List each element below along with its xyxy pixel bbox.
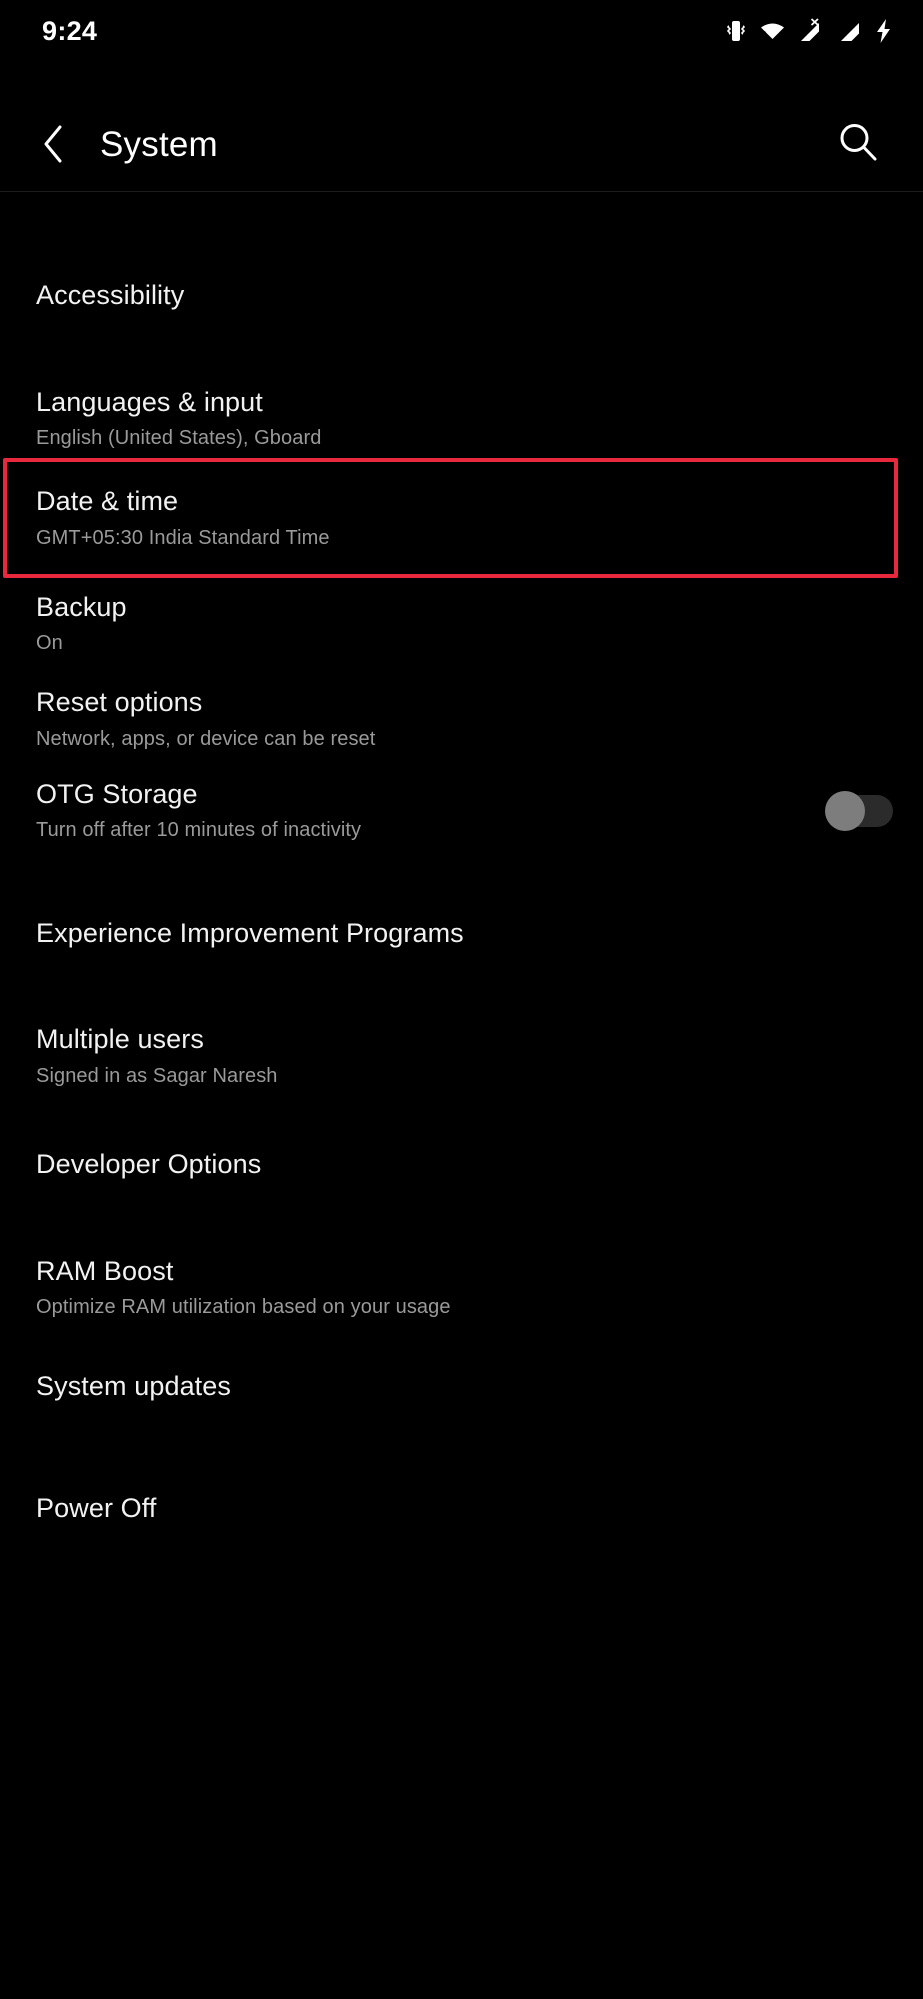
status-bar-icons [724,18,893,44]
list-item-text: Accessibility [36,279,893,312]
list-item-text: OTG Storage Turn off after 10 minutes of… [36,778,807,843]
status-bar-clock: 9:24 [42,15,98,46]
list-item-multiple-users[interactable]: Multiple users Signed in as Sagar Naresh [0,1023,923,1088]
list-item-text: Date & time GMT+05:30 India Standard Tim… [36,485,893,550]
list-item-reset-options[interactable]: Reset options Network, apps, or device c… [0,686,923,751]
vibrate-icon [724,18,748,44]
list-item-otg-storage[interactable]: OTG Storage Turn off after 10 minutes of… [0,778,923,843]
wifi-icon [759,19,786,43]
list-item-text: RAM Boost Optimize RAM utilization based… [36,1255,893,1320]
list-item-title: Experience Improvement Programs [36,917,464,948]
list-item-title: RAM Boost [36,1255,174,1286]
list-item-developer-options[interactable]: Developer Options [0,1133,923,1197]
list-item-text: Reset options Network, apps, or device c… [36,686,893,751]
list-item-title: Accessibility [36,280,185,311]
list-item-ram-boost[interactable]: RAM Boost Optimize RAM utilization based… [0,1255,923,1320]
list-item-subtitle: Network, apps, or device can be reset [36,727,376,750]
list-item-power-off[interactable]: Power Off [0,1476,923,1540]
list-item-experience-improvement-programs[interactable]: Experience Improvement Programs [0,901,923,965]
settings-list: Accessibility Languages & input English … [0,192,923,1540]
list-item-accessibility[interactable]: Accessibility [0,264,923,328]
list-item-text: Experience Improvement Programs [36,917,893,950]
app-bar: System [0,98,923,190]
list-item-subtitle: Optimize RAM utilization based on your u… [36,1296,451,1319]
list-item-title: Date & time [36,486,179,517]
list-item-title: Reset options [36,687,203,718]
list-item-title: Developer Options [36,1149,262,1180]
list-item-text: Developer Options [36,1148,893,1181]
list-item-subtitle: English (United States), Gboard [36,427,322,450]
list-item-title: Languages & input [36,387,263,417]
list-item-subtitle: On [36,632,63,655]
list-item-title: Power Off [36,1492,157,1523]
signal-bars-icon [838,18,864,44]
list-item-text: Multiple users Signed in as Sagar Naresh [36,1023,893,1088]
charging-bolt-icon [875,18,893,44]
list-item-languages-and-input[interactable]: Languages & input English (United States… [0,386,923,451]
back-button[interactable] [22,112,86,176]
list-item-subtitle: Signed in as Sagar Naresh [36,1064,278,1087]
phone-screen: 9:24 System Accessibility Languages & in… [0,0,923,1999]
list-item-date-and-time[interactable]: Date & time GMT+05:30 India Standard Tim… [0,485,923,550]
search-icon [835,119,881,170]
list-item-title: Multiple users [36,1024,204,1055]
list-item-system-updates[interactable]: System updates [0,1354,923,1418]
list-item-backup[interactable]: Backup On [0,591,923,656]
toggle-thumb [825,790,865,831]
page-title: System [100,124,218,164]
list-item-title: Backup [36,591,127,622]
list-item-title: System updates [36,1370,232,1401]
chevron-left-icon [39,122,69,166]
otg-storage-toggle[interactable] [825,790,893,831]
list-item-subtitle: Turn off after 10 minutes of inactivity [36,819,362,842]
list-item-title: OTG Storage [36,778,198,809]
list-item-text: Power Off [36,1492,893,1525]
search-button[interactable] [823,109,893,179]
list-item-text: Backup On [36,591,893,656]
list-item-text: System updates [36,1370,893,1403]
status-bar: 9:24 [0,0,923,62]
list-item-text: Languages & input English (United States… [36,386,893,451]
list-item-subtitle: GMT+05:30 India Standard Time [36,526,330,549]
signal-no-service-icon [797,18,827,44]
